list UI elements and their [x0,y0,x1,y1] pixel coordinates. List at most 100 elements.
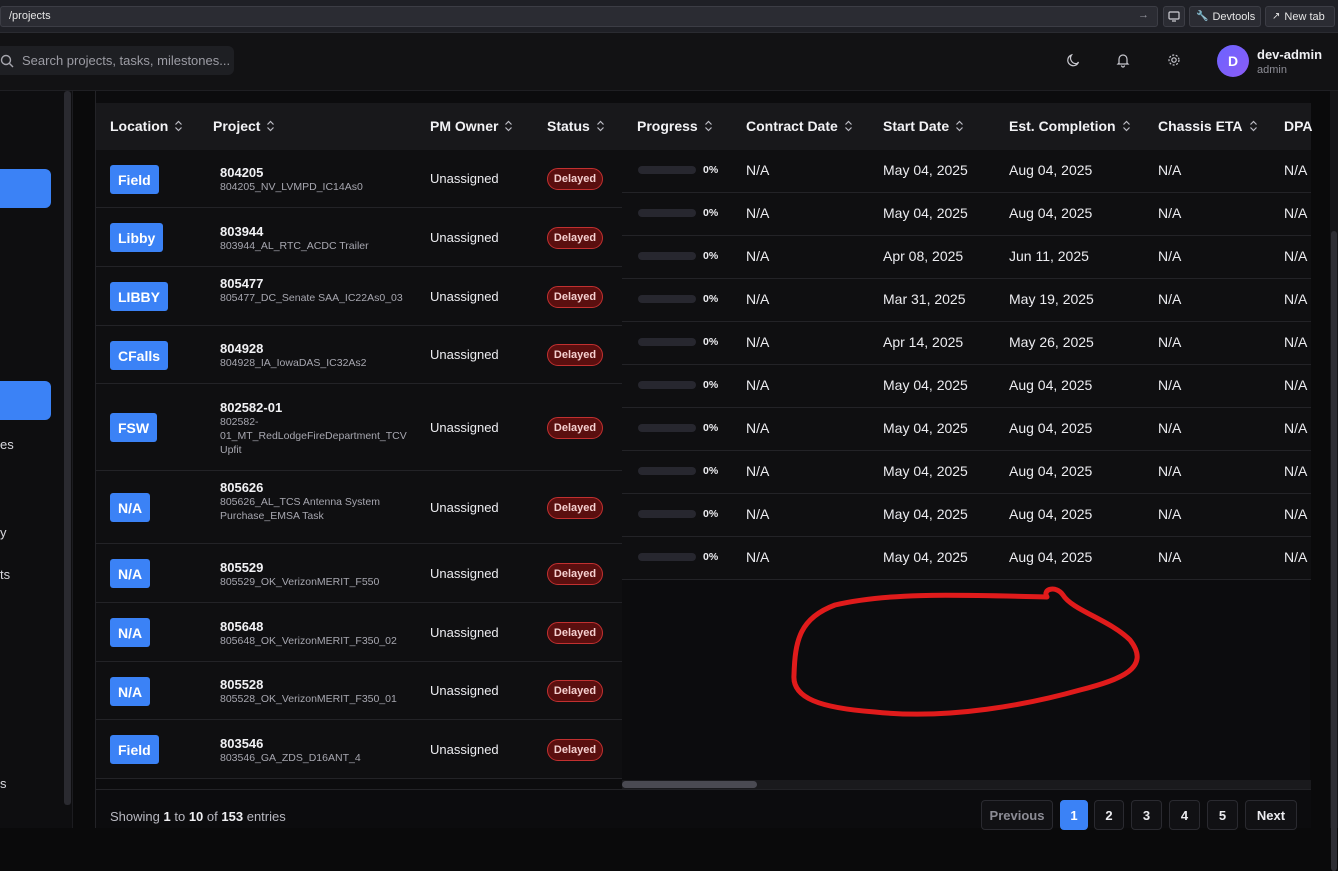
project-id[interactable]: 805626 [220,480,263,495]
page-button-5[interactable]: 5 [1207,800,1238,830]
table-row[interactable]: N/A 805626 805626_AL_TCS Antenna System Pu… [96,471,622,544]
progress-bar [638,381,696,389]
column-header-est-completion[interactable]: Est. Completion [1009,118,1131,134]
project-name: 805477_DC_Senate SAA_IC22As0_03 [220,292,403,304]
column-header-start-date[interactable]: Start Date [883,118,964,134]
location-badge[interactable]: N/A [110,493,151,522]
page-button-3[interactable]: 3 [1131,800,1162,830]
location-badge[interactable]: CFalls [110,341,169,370]
project-id[interactable]: 805529 [220,560,263,575]
horizontal-scrollbar-thumb[interactable] [622,781,757,788]
search-icon [0,54,14,67]
location-badge[interactable]: LIBBY [110,282,168,311]
sidebar-item-label[interactable]: y [0,525,7,540]
column-header-progress[interactable]: Progress [637,118,713,134]
table-row[interactable]: 0% N/A Apr 14, 2025 May 26, 2025 N/A N/A [622,322,1311,365]
contract-date: N/A [746,334,770,350]
column-header-location[interactable]: Location [110,118,183,134]
start-date: May 04, 2025 [883,420,968,436]
table-row[interactable]: 0% N/A May 04, 2025 Aug 04, 2025 N/A N/A [622,365,1311,408]
table-row[interactable]: 0% N/A May 04, 2025 Aug 04, 2025 N/A N/A [622,150,1311,193]
table-row[interactable]: 0% N/A May 04, 2025 Aug 04, 2025 N/A N/A [622,193,1311,236]
location-badge[interactable]: Field [110,735,159,764]
pm-owner: Unassigned [430,566,499,581]
user-name[interactable]: dev-admin [1257,47,1322,62]
sidebar-item-label[interactable]: ts [0,567,10,582]
progress-percent: 0% [703,336,719,348]
table-row[interactable]: N/A 805648 805648_OK_VerizonMERIT_F350_02 U… [96,603,622,662]
table-row[interactable]: CFalls 804928 804928_IA_IowaDAS_IC32As2 Una… [96,326,622,384]
table-row[interactable]: 0% N/A May 04, 2025 Aug 04, 2025 N/A N/A [622,408,1311,451]
est-completion: Aug 04, 2025 [1009,463,1093,479]
devtools-label: Devtools [1212,10,1256,23]
project-id[interactable]: 803546 [220,736,263,751]
arrow-right-icon[interactable]: → [1138,9,1149,21]
table-row[interactable]: Field 803546 803546_GA_ZDS_D16ANT_4 Unassig… [96,720,622,779]
table-row[interactable]: LIBBY 805477 805477_DC_Senate SAA_IC22As0_… [96,267,622,326]
project-id[interactable]: 803944 [220,224,263,239]
location-badge[interactable]: Libby [110,223,164,252]
project-id[interactable]: 805648 [220,619,263,634]
project-id[interactable]: 805528 [220,677,263,692]
new-tab-button[interactable]: ↗ New tab [1265,6,1335,27]
column-header-status[interactable]: Status [547,118,605,134]
page-scrollbar-thumb[interactable] [1331,231,1337,871]
sidebar-item-highlight[interactable] [0,169,51,208]
address-text: /projects [9,10,51,22]
table-row[interactable]: N/A 805528 805528_OK_VerizonMERIT_F350_01 U… [96,662,622,720]
project-id[interactable]: 804928 [220,341,263,356]
project-id[interactable]: 805477 [220,276,263,291]
dpa: N/A [1284,162,1308,178]
column-header-dpa[interactable]: DPA [1284,118,1313,134]
table-row[interactable]: 0% N/A May 04, 2025 Aug 04, 2025 N/A N/A [622,494,1311,537]
sidebar-item-label[interactable]: s [0,776,7,791]
monitor-icon[interactable] [1163,6,1185,27]
sidebar-scrollbar[interactable] [64,91,71,805]
column-header-contract-date[interactable]: Contract Date [746,118,853,134]
table-row[interactable]: 0% N/A Apr 08, 2025 Jun 11, 2025 N/A N/A [622,236,1311,279]
sidebar-item-projects-active[interactable] [0,381,51,420]
chassis-eta: N/A [1158,549,1182,565]
location-badge[interactable]: N/A [110,677,151,706]
table-row[interactable]: 0% N/A May 04, 2025 Aug 04, 2025 N/A N/A [622,537,1311,580]
column-header-pm-owner[interactable]: PM Owner [430,118,513,134]
table-row[interactable]: N/A 805529 805529_OK_VerizonMERIT_F550 Unas… [96,544,622,603]
table-row[interactable]: Field 804205 804205_NV_LVMPD_IC14As0 Unassi… [96,150,622,208]
table-row[interactable]: 0% N/A May 04, 2025 Aug 04, 2025 N/A N/A [622,451,1311,494]
chassis-eta: N/A [1158,377,1182,393]
page-button-2[interactable]: 2 [1094,800,1124,830]
project-id[interactable]: 804205 [220,165,263,180]
page-scrollbar[interactable] [1330,91,1338,871]
column-header-project[interactable]: Project [213,118,275,134]
devtools-button[interactable]: 🔧 Devtools [1189,6,1261,27]
table-row[interactable]: 0% N/A Mar 31, 2025 May 19, 2025 N/A N/A [622,279,1311,322]
location-badge[interactable]: N/A [110,618,151,647]
column-header-chassis-eta[interactable]: Chassis ETA [1158,118,1258,134]
progress-percent: 0% [703,250,719,262]
contract-date: N/A [746,549,770,565]
table-row[interactable]: Libby 803944 803944_AL_RTC_ACDC Trailer Una… [96,208,622,267]
sort-icon [704,120,712,132]
table-row[interactable]: FSW 802582-01 802582-01_MT_RedLodgeFireDep… [96,384,622,471]
search-placeholder: Search projects, tasks, milestones... [22,53,231,68]
progress-bar [638,338,696,346]
pm-owner: Unassigned [430,683,499,698]
gear-icon[interactable] [1166,52,1182,68]
project-name: 805648_OK_VerizonMERIT_F350_02 [220,635,397,647]
location-badge[interactable]: Field [110,165,159,194]
project-id[interactable]: 802582-01 [220,400,282,415]
pm-owner: Unassigned [430,625,499,640]
sidebar-item-label[interactable]: es [0,437,14,452]
page-button-4[interactable]: 4 [1169,800,1200,830]
moon-icon[interactable] [1066,52,1082,68]
previous-page-button[interactable]: Previous [981,800,1053,830]
bell-icon[interactable] [1115,52,1131,68]
location-badge[interactable]: N/A [110,559,151,588]
page-button-1[interactable]: 1 [1060,800,1088,830]
address-bar[interactable]: /projects → [0,6,1158,27]
next-page-button[interactable]: Next [1245,800,1297,830]
search-input[interactable]: Search projects, tasks, milestones... [0,46,234,75]
location-badge[interactable]: FSW [110,413,158,442]
horizontal-scrollbar[interactable] [622,780,1311,789]
avatar[interactable]: D [1217,45,1249,77]
